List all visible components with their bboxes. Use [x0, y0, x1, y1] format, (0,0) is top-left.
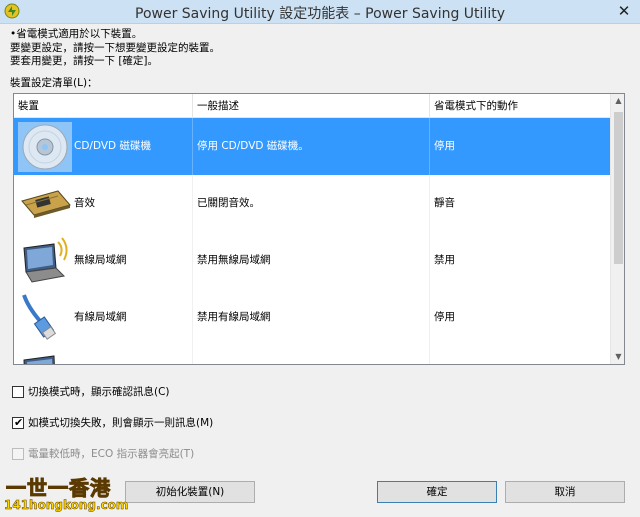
row-action: 停用 [434, 311, 455, 323]
checkbox-box [12, 448, 24, 460]
cell-divider [429, 346, 430, 364]
checkbox-box[interactable]: ✔ [12, 416, 24, 429]
row-action: 禁用 [434, 254, 455, 266]
intro-line-1: •省電模式適用於以下裝置。 [10, 28, 143, 40]
row-device-name: 音效 [74, 197, 95, 209]
ok-button[interactable]: 確定 [377, 481, 497, 503]
intro-text: •省電模式適用於以下裝置。 要變更設定，請按一下想要變更設定的裝置。 要套用變更… [10, 28, 220, 69]
title-bar: Power Saving Utility 設定功能表 – Power Savin… [0, 0, 640, 24]
show-on-fail-checkbox[interactable]: ✔ 如模式切換失敗，則會顯示一則訊息(M) [12, 415, 252, 431]
row-description: 禁用無線局域網 [197, 254, 271, 266]
row-action: 停用 [434, 140, 455, 152]
checkmark-icon: ✔ [14, 416, 24, 429]
row-device-name: CD/DVD 磁碟機 [74, 140, 151, 152]
cancel-button[interactable]: 取消 [505, 481, 625, 503]
watermark-logo: 一世一香港 141hongkong.com [0, 472, 129, 517]
device-list[interactable]: 裝置 一般描述 省電模式下的動作 CD/DVD 磁碟機 停用 CD/DVD 磁碟… [13, 93, 625, 365]
cd-dvd-icon [18, 122, 72, 172]
eco-led-checkbox: 電量較低時，ECO 指示器會亮起(T) [12, 446, 232, 462]
row-device-name: 無線局域網 [74, 254, 127, 266]
row-description: 停用 CD/DVD 磁碟機。 [197, 140, 309, 152]
checkbox-label[interactable]: 如模式切換失敗，則會顯示一則訊息(M) [28, 415, 213, 431]
list-row-laptop[interactable] [14, 346, 610, 364]
sound-card-icon [21, 190, 71, 218]
wireless-laptop-icon [23, 237, 68, 283]
scroll-down-arrow-icon[interactable]: ▼ [611, 350, 624, 364]
watermark-line-1: 一世一香港 [6, 476, 111, 501]
cell-divider [192, 289, 193, 346]
column-header-action[interactable]: 省電模式下的動作 [430, 94, 610, 118]
column-header-device[interactable]: 裝置 [14, 94, 192, 118]
checkbox-label[interactable]: 切換模式時，顯示確認訊息(C) [28, 384, 170, 400]
list-row-wireless-lan[interactable]: 無線局域網 禁用無線局域網 禁用 [14, 232, 610, 289]
cell-divider [429, 289, 430, 346]
cell-divider [192, 175, 193, 232]
list-header: 裝置 一般描述 省電模式下的動作 [14, 94, 610, 118]
list-row-cd-dvd[interactable]: CD/DVD 磁碟機 停用 CD/DVD 磁碟機。 停用 [14, 118, 610, 175]
watermark-line-2: 141hongkong.com [4, 498, 129, 513]
cell-divider [429, 175, 430, 232]
checkbox-label: 電量較低時，ECO 指示器會亮起(T) [28, 448, 195, 460]
cell-divider [192, 346, 193, 364]
initialize-devices-button[interactable]: 初始化裝置(N) [125, 481, 255, 503]
list-row-sound[interactable]: 音效 已關閉音效。 靜音 [14, 175, 610, 232]
column-header-description[interactable]: 一般描述 [193, 94, 429, 118]
row-device-name: 有線局域網 [74, 311, 127, 323]
network-cable-icon [22, 294, 57, 340]
cell-divider [429, 118, 430, 175]
close-button[interactable]: ✕ [612, 1, 636, 21]
scroll-thumb[interactable] [614, 112, 623, 264]
device-list-label: 裝置設定清單(L)： [10, 77, 98, 89]
confirm-on-switch-checkbox[interactable]: 切換模式時，顯示確認訊息(C) [12, 384, 212, 400]
intro-line-3: 要套用變更，請按一下 [確定]。 [10, 55, 159, 67]
cell-divider [429, 232, 430, 289]
row-description: 禁用有線局域網 [197, 311, 271, 323]
checkbox-box[interactable] [12, 386, 24, 398]
row-description: 已關閉音效。 [197, 197, 260, 209]
window-title: Power Saving Utility 設定功能表 – Power Savin… [135, 6, 505, 22]
vertical-scrollbar[interactable]: ▲ ▼ [610, 94, 624, 364]
cell-divider [192, 232, 193, 289]
list-row-wired-lan[interactable]: 有線局域網 禁用有線局域網 停用 [14, 289, 610, 346]
scroll-up-arrow-icon[interactable]: ▲ [611, 94, 624, 108]
row-action: 靜音 [434, 197, 455, 209]
cell-divider [192, 118, 193, 175]
intro-line-2: 要變更設定，請按一下想要變更設定的裝置。 [10, 41, 220, 54]
laptop-icon [23, 355, 55, 364]
